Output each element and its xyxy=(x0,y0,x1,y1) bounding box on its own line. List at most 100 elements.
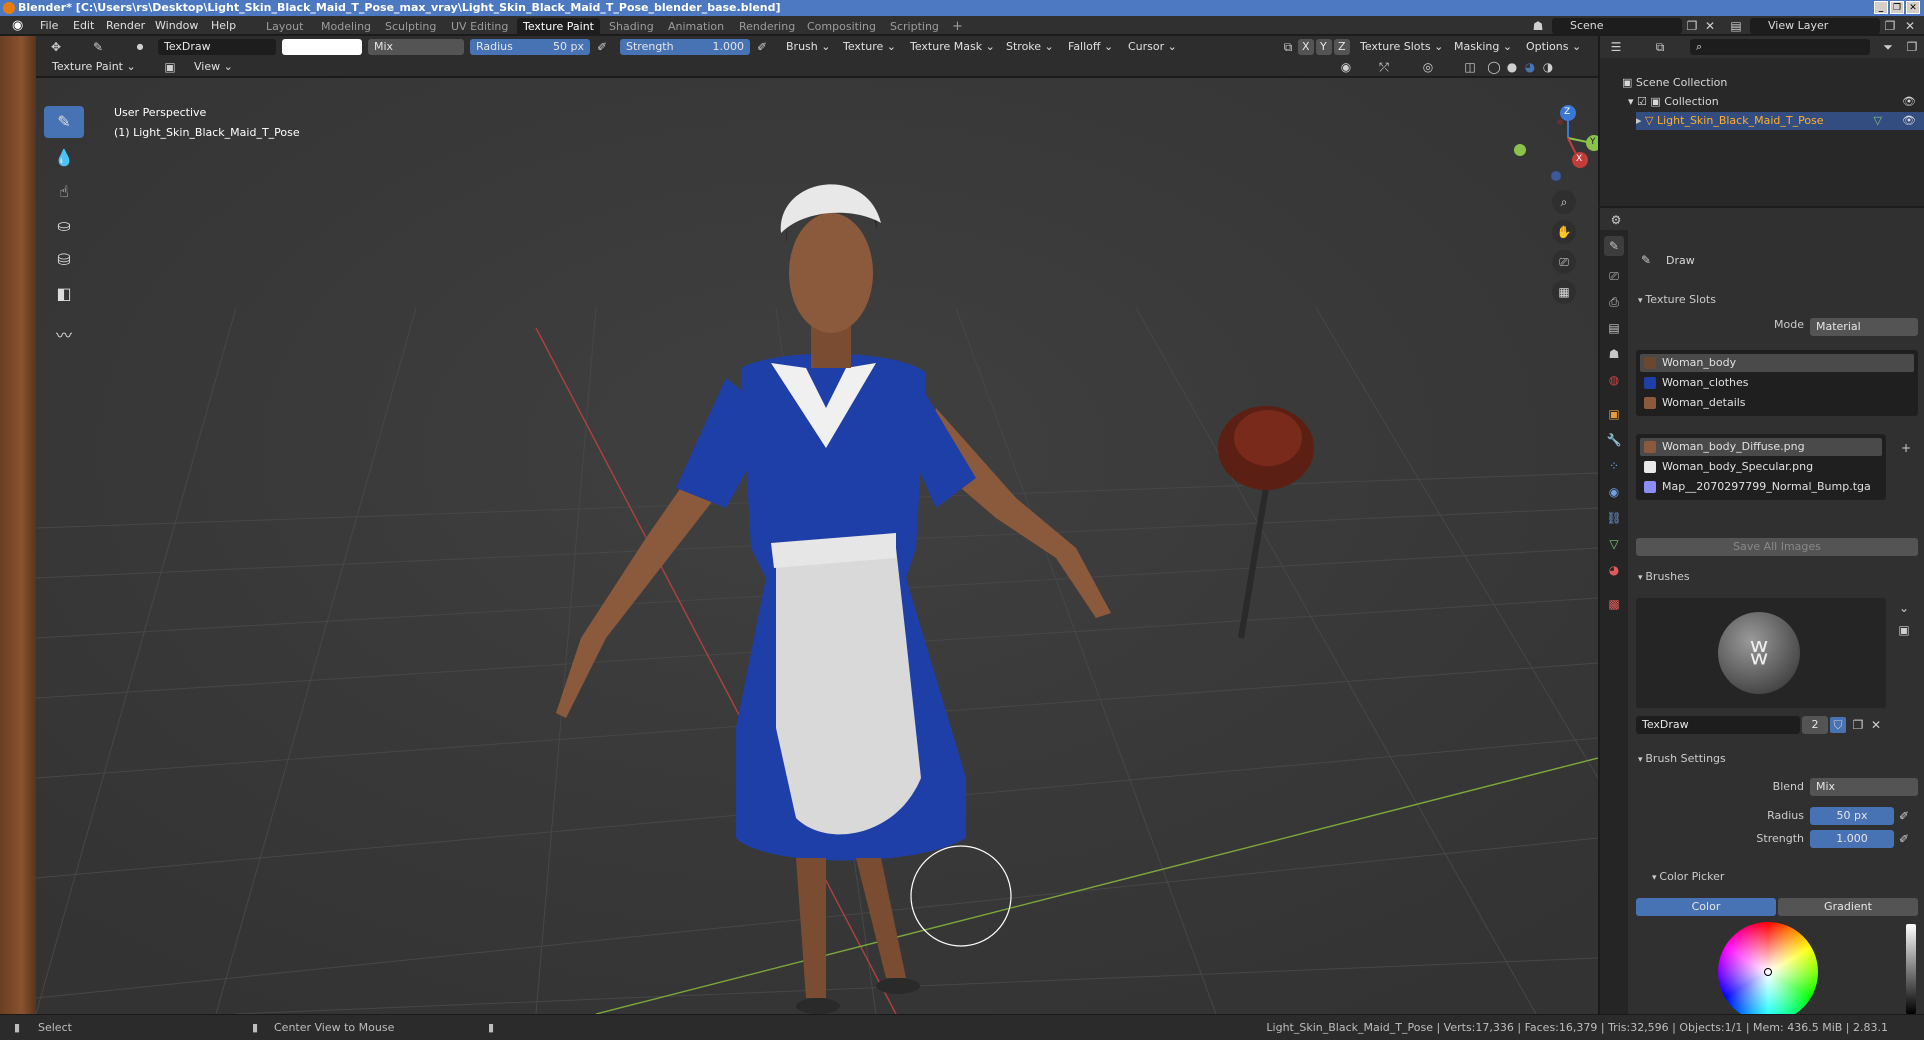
view-menu[interactable]: View xyxy=(194,59,233,75)
tab-layout[interactable]: Layout xyxy=(260,18,309,35)
color-picker-header[interactable]: Color Picker xyxy=(1652,870,1724,883)
strength-field[interactable]: 1.000 xyxy=(1810,830,1894,848)
image-slot-normal[interactable]: Map__2070297799_Normal_Bump.tga xyxy=(1640,478,1882,496)
menu-edit[interactable]: Edit xyxy=(73,16,94,35)
paint-mask-icon[interactable]: ▣ xyxy=(162,59,178,75)
duplicate-brush-icon[interactable]: ❐ xyxy=(1850,717,1866,733)
tab-compositing[interactable]: Compositing xyxy=(801,18,882,35)
material-slot-woman-details[interactable]: Woman_details xyxy=(1640,394,1914,412)
outliner-object-row[interactable]: ▸ ▽ Light_Skin_Black_Maid_T_Pose ▽ 👁 xyxy=(1636,112,1924,130)
radius-pressure-icon[interactable]: ✐ xyxy=(594,39,610,55)
particles-tab-icon[interactable]: ⁘ xyxy=(1604,456,1624,476)
clone-tool-icon[interactable]: ⛀ xyxy=(44,210,84,242)
strength-pressure-toggle-icon[interactable]: ✐ xyxy=(1896,831,1912,847)
unlink-brush-icon[interactable]: ✕ xyxy=(1868,717,1884,733)
output-tab-icon[interactable]: ⎙ xyxy=(1604,292,1624,312)
visibility-icon[interactable]: ◉ xyxy=(1338,59,1354,75)
world-tab-icon[interactable]: ◍ xyxy=(1604,370,1624,390)
object-visibility-eye-icon[interactable]: 👁 xyxy=(1902,112,1916,130)
annotate-tool-icon[interactable]: 〰 xyxy=(44,320,84,352)
color-tab[interactable]: Color xyxy=(1636,898,1776,916)
new-scene-icon[interactable]: ❐ xyxy=(1684,18,1700,34)
ortho-grid-icon[interactable]: ▦ xyxy=(1552,280,1576,304)
tab-animation[interactable]: Animation xyxy=(662,18,730,35)
radius-field[interactable]: 50 px xyxy=(1810,807,1894,825)
outliner-editor-icon[interactable]: ☰ xyxy=(1608,39,1624,55)
checkbox-icon[interactable]: ☑ xyxy=(1637,95,1650,108)
shading-wireframe-icon[interactable]: ◯ xyxy=(1486,59,1502,75)
outliner-search-input[interactable]: ⌕ xyxy=(1690,39,1870,55)
delete-view-layer-icon[interactable]: ✕ xyxy=(1902,18,1918,34)
brush-name-field[interactable]: TexDraw xyxy=(158,39,276,55)
shading-solid-icon[interactable]: ● xyxy=(1504,59,1520,75)
brush-name-input[interactable]: TexDraw xyxy=(1636,716,1800,734)
tab-rendering[interactable]: Rendering xyxy=(733,18,801,35)
stroke-menu[interactable]: Stroke xyxy=(1006,39,1054,55)
maximize-button[interactable]: ❐ xyxy=(1890,1,1904,14)
brush-users-count[interactable]: 2 xyxy=(1802,716,1828,734)
display-mode-icon[interactable]: ⧉ xyxy=(1652,39,1668,55)
masking-menu[interactable]: Masking xyxy=(1454,39,1512,55)
brush-color-swatch[interactable] xyxy=(282,39,362,55)
mode-dropdown[interactable]: Texture Paint xyxy=(52,59,136,75)
mirror-x-toggle[interactable]: X xyxy=(1298,39,1314,55)
properties-editor-icon[interactable]: ⚙ xyxy=(1608,212,1624,228)
xray-icon[interactable]: ◫ xyxy=(1462,59,1478,75)
menu-render[interactable]: Render xyxy=(106,16,145,35)
scene-selector[interactable]: Scene xyxy=(1552,18,1682,34)
texture-mask-menu[interactable]: Texture Mask xyxy=(910,39,995,55)
value-slider[interactable] xyxy=(1906,924,1916,1014)
fill-tool-icon[interactable]: ⛁ xyxy=(44,244,84,276)
brush-preview-box[interactable]: ʬ xyxy=(1636,598,1886,708)
pan-hand-icon[interactable]: ✋ xyxy=(1552,220,1576,244)
delete-scene-icon[interactable]: ✕ xyxy=(1702,18,1718,34)
radius-pressure-toggle-icon[interactable]: ✐ xyxy=(1896,808,1912,824)
brush-preview-icon[interactable]: ● xyxy=(132,39,148,55)
menu-window[interactable]: Window xyxy=(155,16,198,35)
texture-tab-icon[interactable]: ▩ xyxy=(1604,594,1624,614)
color-wheel-cursor[interactable] xyxy=(1764,968,1772,976)
blend-mode-dropdown[interactable]: Mix xyxy=(368,39,464,55)
tab-texture-paint[interactable]: Texture Paint xyxy=(517,18,600,35)
draw-tool-icon[interactable]: ✎ xyxy=(44,106,84,138)
texture-slots-header[interactable]: Texture Slots xyxy=(1638,293,1716,306)
menu-file[interactable]: File xyxy=(40,16,58,35)
mirror-z-toggle[interactable]: Z xyxy=(1334,39,1350,55)
image-slot-specular[interactable]: Woman_body_Specular.png xyxy=(1640,458,1882,476)
image-slot-diffuse[interactable]: Woman_body_Diffuse.png xyxy=(1640,438,1882,456)
mirror-y-toggle[interactable]: Y xyxy=(1316,39,1332,55)
brush-settings-header[interactable]: Brush Settings xyxy=(1638,752,1725,765)
collapse-arrow-icon[interactable]: ▾ xyxy=(1628,95,1637,108)
menu-help[interactable]: Help xyxy=(211,16,236,35)
expand-arrow-icon[interactable]: ▸ xyxy=(1636,114,1645,127)
soften-tool-icon[interactable]: 💧 xyxy=(44,142,84,174)
render-tab-icon[interactable]: ⎚ xyxy=(1604,266,1624,286)
modifier-tab-icon[interactable]: 🔧 xyxy=(1604,430,1624,450)
physics-tab-icon[interactable]: ◉ xyxy=(1604,482,1624,502)
falloff-menu[interactable]: Falloff xyxy=(1068,39,1113,55)
mask-tool-icon[interactable]: ◧ xyxy=(44,278,84,310)
tab-modeling[interactable]: Modeling xyxy=(315,18,377,35)
gizmo-icon[interactable]: ⤱ xyxy=(1376,59,1392,75)
view-layer-tab-icon[interactable]: ▤ xyxy=(1604,318,1624,338)
close-button[interactable]: ✕ xyxy=(1906,1,1920,14)
new-collection-icon[interactable]: ❐ xyxy=(1904,39,1920,55)
tab-shading[interactable]: Shading xyxy=(603,18,660,35)
view-layer-selector[interactable]: View Layer xyxy=(1750,18,1880,34)
new-view-layer-icon[interactable]: ❐ xyxy=(1882,18,1898,34)
material-slot-woman-body[interactable]: Woman_body xyxy=(1640,354,1914,372)
mode-icon[interactable]: ✥ xyxy=(48,39,64,55)
outliner-collection-row[interactable]: ▾ ☑ ▣ Collection 👁 xyxy=(1628,93,1924,111)
texture-slots-menu[interactable]: Texture Slots xyxy=(1360,39,1443,55)
texture-slot-mode-dropdown[interactable]: Material xyxy=(1810,318,1918,336)
cursor-menu[interactable]: Cursor xyxy=(1128,39,1177,55)
shading-material-icon[interactable]: ◕ xyxy=(1522,59,1538,75)
radius-slider[interactable]: Radius 50 px xyxy=(470,39,590,55)
camera-view-icon[interactable]: ⎚ xyxy=(1552,250,1576,274)
brush-image-icon[interactable]: ▣ xyxy=(1896,622,1912,638)
strength-pressure-icon[interactable]: ✐ xyxy=(754,39,770,55)
scene-tab-icon[interactable]: ☗ xyxy=(1604,344,1624,364)
add-image-slot-icon[interactable]: + xyxy=(1898,440,1914,456)
save-all-images-button[interactable]: Save All Images xyxy=(1636,538,1918,556)
blend-dropdown[interactable]: Mix xyxy=(1810,778,1918,796)
